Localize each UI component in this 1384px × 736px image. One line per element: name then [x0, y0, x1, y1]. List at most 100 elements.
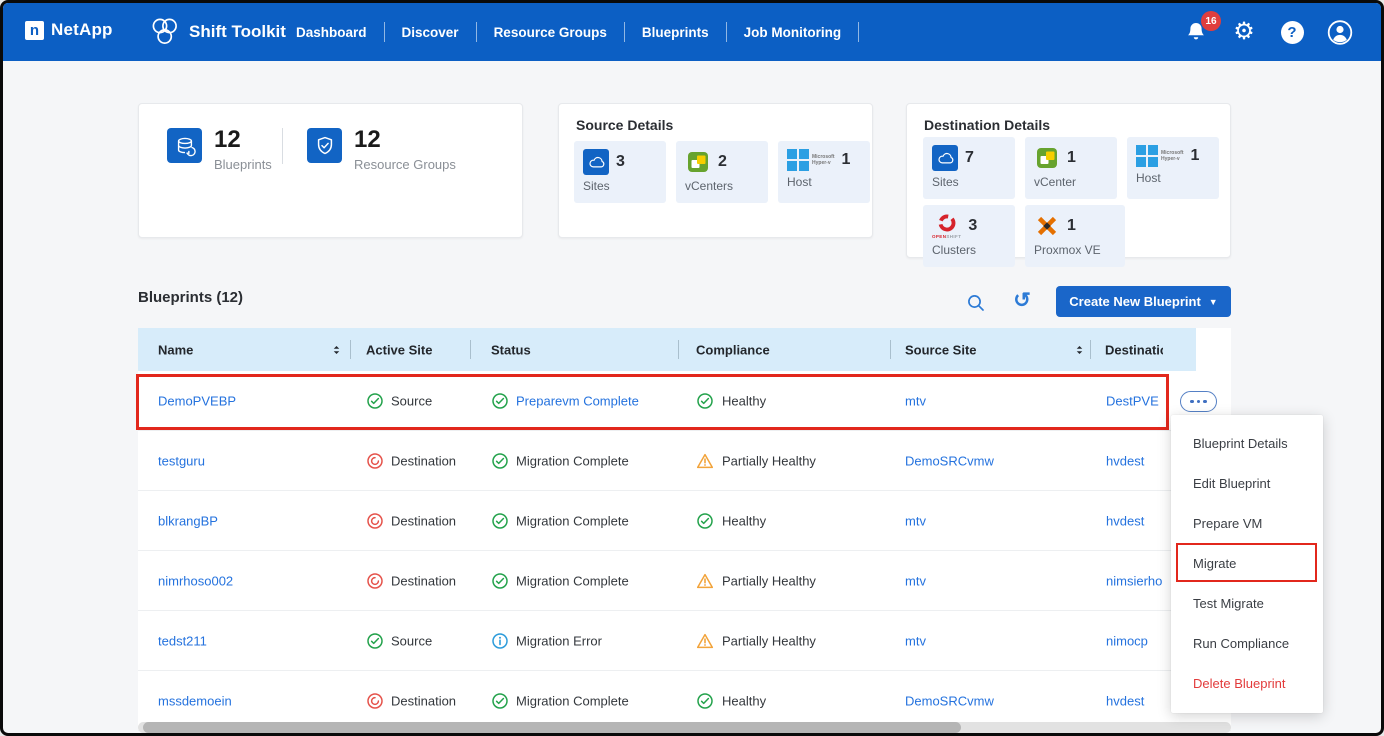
- nav-separator: [858, 22, 859, 42]
- sort-icon[interactable]: [330, 342, 343, 357]
- menu-item-migrate[interactable]: Migrate: [1171, 543, 1323, 583]
- menu-item-test-migrate[interactable]: Test Migrate: [1171, 583, 1323, 623]
- nav-item-blueprints[interactable]: Blueprints: [625, 25, 726, 40]
- destination-link[interactable]: nimocp: [1106, 633, 1148, 648]
- menu-item-delete-blueprint[interactable]: Delete Blueprint: [1171, 663, 1323, 703]
- hyperv-icon: MicrosoftHyper-v: [1136, 145, 1184, 167]
- account-button[interactable]: [1327, 19, 1353, 45]
- source-details-title: Source Details: [576, 117, 673, 133]
- settings-button[interactable]: ⚙: [1231, 19, 1257, 45]
- refresh-icon: ↺: [1013, 288, 1031, 313]
- destination-link[interactable]: hvdest: [1106, 453, 1144, 468]
- blueprint-name-link[interactable]: tedst211: [158, 633, 207, 648]
- source-vcenters-tile: 2 vCenters: [676, 141, 768, 203]
- source-sites-tile: 3 Sites: [574, 141, 666, 203]
- app-title-block: Shift Toolkit: [149, 16, 286, 47]
- table-row-blkrangbp[interactable]: blkrangBP Destination Migration Complete…: [138, 491, 1231, 551]
- resource-groups-label: Resource Groups: [354, 157, 456, 172]
- compliance-icon: [696, 452, 714, 470]
- blueprint-name-link[interactable]: nimrhoso002: [158, 573, 233, 588]
- active-site-value: Source: [391, 393, 432, 408]
- dest-clusters-label: Clusters: [932, 243, 1007, 257]
- hyperv-icon: MicrosoftHyper-v: [787, 149, 835, 171]
- row-actions-button[interactable]: [1180, 391, 1217, 412]
- source-site-link[interactable]: DemoSRCvmw: [905, 453, 994, 468]
- dest-sites-count: 7: [965, 149, 974, 167]
- nav-item-job-monitoring[interactable]: Job Monitoring: [727, 25, 858, 40]
- compliance-value: Healthy: [722, 693, 766, 708]
- blueprint-name-link[interactable]: mssdemoein: [158, 693, 232, 708]
- active-site-value: Source: [391, 633, 432, 648]
- status-icon: [491, 452, 509, 470]
- destination-link[interactable]: hvdest: [1106, 693, 1144, 708]
- column-header-status[interactable]: Status: [491, 342, 531, 357]
- table-row-testguru[interactable]: testguru Destination Migration Complete …: [138, 431, 1231, 491]
- source-site-link[interactable]: mtv: [905, 633, 926, 648]
- status-icon: [491, 512, 509, 530]
- source-site-link[interactable]: DemoSRCvmw: [905, 693, 994, 708]
- source-vcenters-label: vCenters: [685, 179, 760, 193]
- nav-item-dashboard[interactable]: Dashboard: [279, 25, 384, 40]
- compliance-value: Partially Healthy: [722, 633, 816, 648]
- shield-check-icon: [307, 128, 342, 163]
- user-icon: [1327, 19, 1353, 46]
- search-icon: [966, 293, 986, 313]
- column-header-name[interactable]: Name: [158, 342, 193, 357]
- row-actions-menu: Blueprint Details Edit Blueprint Prepare…: [1171, 415, 1323, 713]
- nav-item-resource-groups[interactable]: Resource Groups: [477, 25, 624, 40]
- table-row-demopvebp[interactable]: DemoPVEBP Source Preparevm Complete Heal…: [138, 371, 1231, 431]
- notifications-button[interactable]: 16: [1183, 19, 1209, 45]
- search-button[interactable]: [964, 291, 988, 315]
- dest-vcenter-tile: 1 vCenter: [1025, 137, 1117, 199]
- header-divider: [678, 340, 679, 359]
- dest-vcenter-label: vCenter: [1034, 175, 1109, 189]
- column-header-compliance[interactable]: Compliance: [696, 342, 770, 357]
- destination-details-card: Destination Details 7 Sites 1: [906, 103, 1231, 258]
- dest-host-label: Host: [1136, 171, 1211, 185]
- active-site-value: Destination: [391, 693, 456, 708]
- top-navigation-bar: n NetApp Shift Toolkit Dashboard Discove…: [3, 3, 1381, 61]
- menu-item-blueprint-details[interactable]: Blueprint Details: [1171, 423, 1323, 463]
- menu-item-run-compliance[interactable]: Run Compliance: [1171, 623, 1323, 663]
- source-site-link[interactable]: mtv: [905, 513, 926, 528]
- dest-sites-tile: 7 Sites: [923, 137, 1015, 199]
- compliance-value: Partially Healthy: [722, 573, 816, 588]
- column-header-active-site[interactable]: Active Site: [366, 342, 432, 357]
- vsphere-icon: [1034, 145, 1060, 171]
- header-divider: [350, 340, 351, 359]
- netapp-logo-icon: n: [25, 21, 44, 40]
- source-host-count: 1: [842, 151, 851, 169]
- destination-details-title: Destination Details: [924, 117, 1050, 133]
- destination-link[interactable]: DestPVE: [1106, 393, 1159, 408]
- nav-item-discover[interactable]: Discover: [385, 25, 476, 40]
- refresh-button[interactable]: ↺: [1010, 288, 1034, 312]
- status-icon: [491, 692, 509, 710]
- column-header-source-site[interactable]: Source Site: [905, 342, 977, 357]
- sort-icon[interactable]: [1073, 342, 1086, 357]
- table-row-tedst211[interactable]: tedst211 Source Migration Error Partiall…: [138, 611, 1231, 671]
- source-site-link[interactable]: mtv: [905, 393, 926, 408]
- horizontal-scrollbar-track[interactable]: [138, 722, 1231, 733]
- destination-link[interactable]: nimsierho: [1106, 573, 1162, 588]
- destination-link[interactable]: hvdest: [1106, 513, 1144, 528]
- source-details-card: Source Details 3 Sites 2: [558, 103, 873, 238]
- dest-proxmox-tile: 1 Proxmox VE: [1025, 205, 1125, 267]
- horizontal-scrollbar-thumb[interactable]: [143, 722, 961, 733]
- status-value[interactable]: Preparevm Complete: [516, 393, 639, 408]
- blueprint-name-link[interactable]: blkrangBP: [158, 513, 218, 528]
- status-value: Migration Complete: [516, 453, 629, 468]
- compliance-icon: [696, 692, 714, 710]
- app-title: Shift Toolkit: [189, 22, 286, 42]
- menu-item-edit-blueprint[interactable]: Edit Blueprint: [1171, 463, 1323, 503]
- table-row-nimrhoso002[interactable]: nimrhoso002 Destination Migration Comple…: [138, 551, 1231, 611]
- blueprint-name-link[interactable]: DemoPVEBP: [158, 393, 236, 408]
- column-header-destination[interactable]: Destination: [1105, 342, 1163, 357]
- source-site-link[interactable]: mtv: [905, 573, 926, 588]
- blueprint-name-link[interactable]: testguru: [158, 453, 205, 468]
- cloud-icon: [583, 149, 609, 175]
- help-button[interactable]: ?: [1279, 19, 1305, 45]
- menu-item-prepare-vm[interactable]: Prepare VM: [1171, 503, 1323, 543]
- database-sync-icon: [167, 128, 202, 163]
- dest-clusters-tile: OPENSHIFT 3 Clusters: [923, 205, 1015, 267]
- create-new-blueprint-button[interactable]: Create New Blueprint ▼: [1056, 286, 1231, 317]
